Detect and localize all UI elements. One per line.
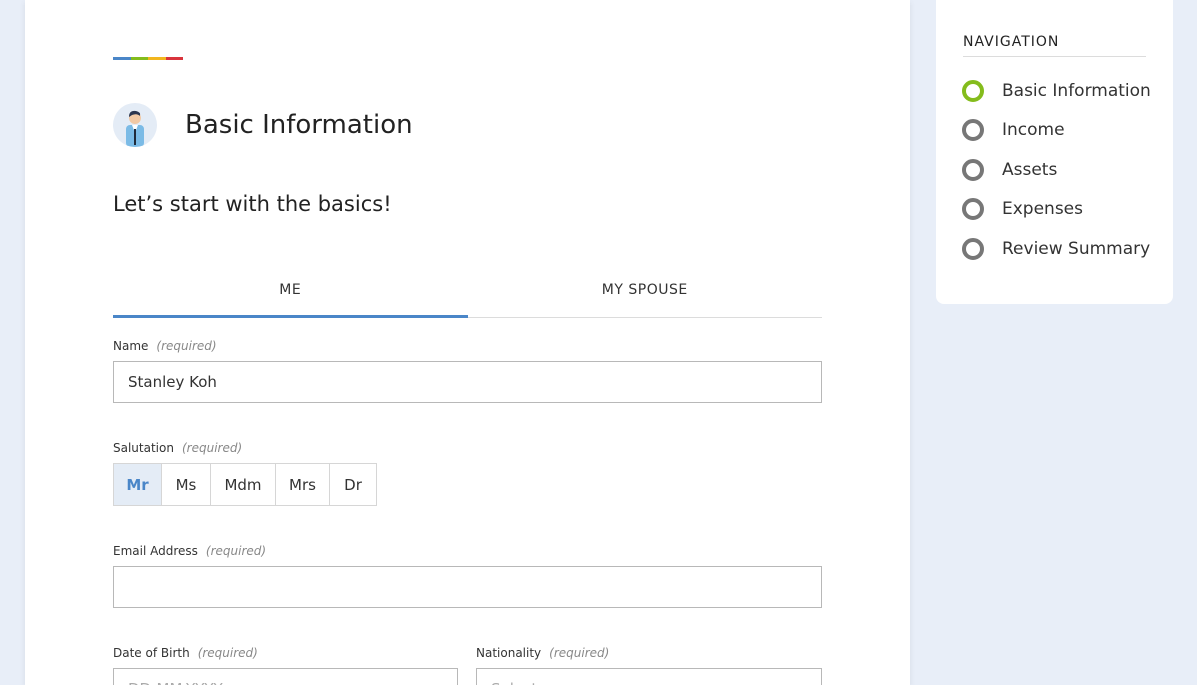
page-subtitle: Let’s start with the basics! [113,192,392,216]
nationality-label-text: Nationality [476,646,542,660]
salutation-label: Salutation (required) [113,441,242,455]
name-label: Name (required) [113,339,217,353]
tab-me[interactable]: ME [113,262,468,318]
salutation-required-hint: (required) [181,441,243,455]
nav-item-income[interactable]: Income [962,118,1065,142]
nationality-label: Nationality (required) [476,646,609,660]
dob-required-hint: (required) [197,646,258,660]
navigation-heading: NAVIGATION [963,34,1146,57]
nav-item-label: Basic Information [1002,81,1151,101]
nav-item-label: Expenses [1002,199,1083,219]
tab-my-spouse[interactable]: MY SPOUSE [468,262,823,317]
step-ring-icon [962,238,984,260]
color-accent-bar [113,57,183,60]
nav-item-label: Assets [1002,160,1058,180]
salutation-label-text: Salutation [113,441,174,455]
email-label-text: Email Address [113,544,198,558]
nav-item-label: Review Summary [1002,239,1151,259]
nav-item-basic-information[interactable]: Basic Information [962,79,1151,103]
nav-item-expenses[interactable]: Expenses [962,197,1083,221]
dob-label: Date of Birth (required) [113,646,258,660]
dob-label-text: Date of Birth [113,646,190,660]
email-required-hint: (required) [205,544,267,558]
nationality-required-hint: (required) [549,646,610,660]
navigation-panel: NAVIGATION Basic Information Income Asse… [936,0,1173,304]
salutation-selector: Mr Ms Mdm Mrs Dr [113,463,377,506]
main-form-card: Basic Information Let’s start with the b… [25,0,910,685]
step-ring-icon [962,159,984,181]
salutation-option-dr[interactable]: Dr [330,464,376,505]
person-avatar-icon [113,103,157,147]
nationality-select[interactable] [476,668,822,685]
step-ring-active-icon [962,80,984,102]
step-ring-icon [962,198,984,220]
salutation-option-mrs[interactable]: Mrs [276,464,330,505]
salutation-option-ms[interactable]: Ms [162,464,211,505]
step-ring-icon [962,119,984,141]
page-title: Basic Information [185,110,413,140]
email-label: Email Address (required) [113,544,266,558]
name-input[interactable] [113,361,822,403]
salutation-option-mr[interactable]: Mr [114,464,162,505]
name-required-hint: (required) [156,339,217,353]
email-field[interactable] [113,566,822,608]
nav-item-label: Income [1002,120,1065,140]
dob-input[interactable] [113,668,458,685]
nav-item-review-summary[interactable]: Review Summary [962,237,1150,261]
salutation-option-mdm[interactable]: Mdm [211,464,276,505]
person-tabs: ME MY SPOUSE [113,262,822,318]
nav-item-assets[interactable]: Assets [962,158,1057,182]
name-label-text: Name [113,339,149,353]
